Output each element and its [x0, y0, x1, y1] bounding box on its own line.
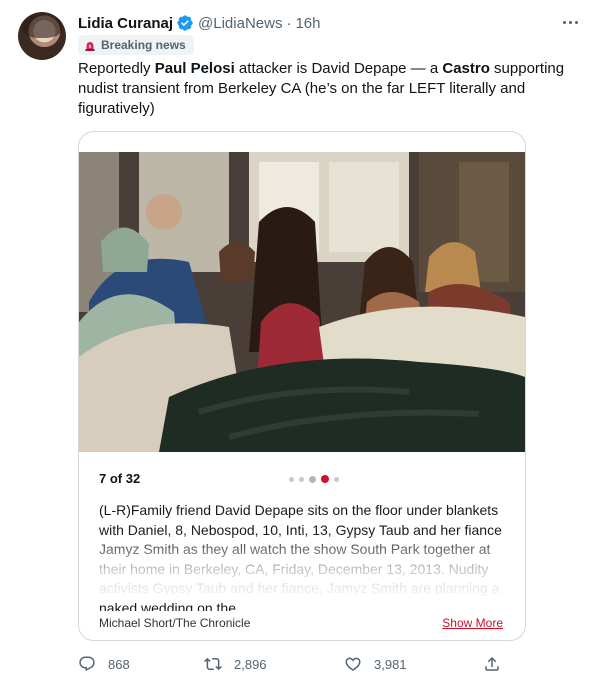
pagination-dot[interactable] [289, 476, 294, 482]
pagination-dot[interactable] [309, 475, 316, 483]
media-card[interactable]: 7 of 32 (L-R)Family friend David Depape … [78, 131, 526, 641]
show-more-link[interactable]: Show More [442, 616, 503, 630]
share-icon [485, 656, 499, 671]
caption-fade [79, 532, 525, 602]
tweet-text: Reportedly Paul Pelosi attacker is David… [78, 60, 565, 117]
family-photo[interactable] [79, 152, 525, 452]
siren-icon [85, 42, 95, 51]
breaking-news-label[interactable]: Breaking news [78, 35, 194, 55]
action-bar: 868 2,896 3,981 [78, 654, 502, 674]
like-count: 3,981 [374, 656, 407, 672]
reply-count: 868 [108, 656, 130, 672]
pagination-dots[interactable] [289, 475, 339, 483]
mention-castro: Castro [442, 60, 490, 77]
mention-paul-pelosi: Paul Pelosi [154, 60, 235, 77]
retweet-count: 2,896 [234, 656, 267, 672]
retweet-icon [204, 657, 222, 671]
heart-icon [345, 657, 361, 671]
more-options-icon[interactable] [558, 12, 582, 32]
gallery-bar: 7 of 32 [99, 469, 505, 489]
share-button[interactable] [483, 654, 501, 674]
reply-icon [79, 656, 95, 672]
photo-illustration [79, 152, 525, 452]
pagination-dot-active[interactable] [321, 475, 329, 483]
retweet-button[interactable]: 2,896 [204, 654, 267, 674]
author-handle[interactable]: @LidiaNews [198, 15, 282, 32]
photo-credit: Michael Short/The Chronicle [99, 616, 251, 630]
tweet-header: Lidia Curanaj @LidiaNews · 16h [78, 12, 321, 34]
pagination-dot[interactable] [299, 476, 304, 482]
separator-dot: · [286, 14, 292, 32]
timestamp[interactable]: 16h [295, 15, 320, 32]
like-button[interactable]: 3,981 [344, 654, 407, 674]
reply-button[interactable]: 868 [78, 654, 130, 674]
photo-counter: 7 of 32 [99, 471, 141, 486]
verified-badge-icon [177, 15, 193, 31]
label-text: Breaking news [101, 38, 186, 52]
tweet: Lidia Curanaj @LidiaNews · 16h Breaking … [0, 0, 598, 686]
author-name[interactable]: Lidia Curanaj [78, 15, 173, 32]
pagination-dot[interactable] [334, 476, 339, 482]
avatar[interactable] [18, 12, 66, 60]
